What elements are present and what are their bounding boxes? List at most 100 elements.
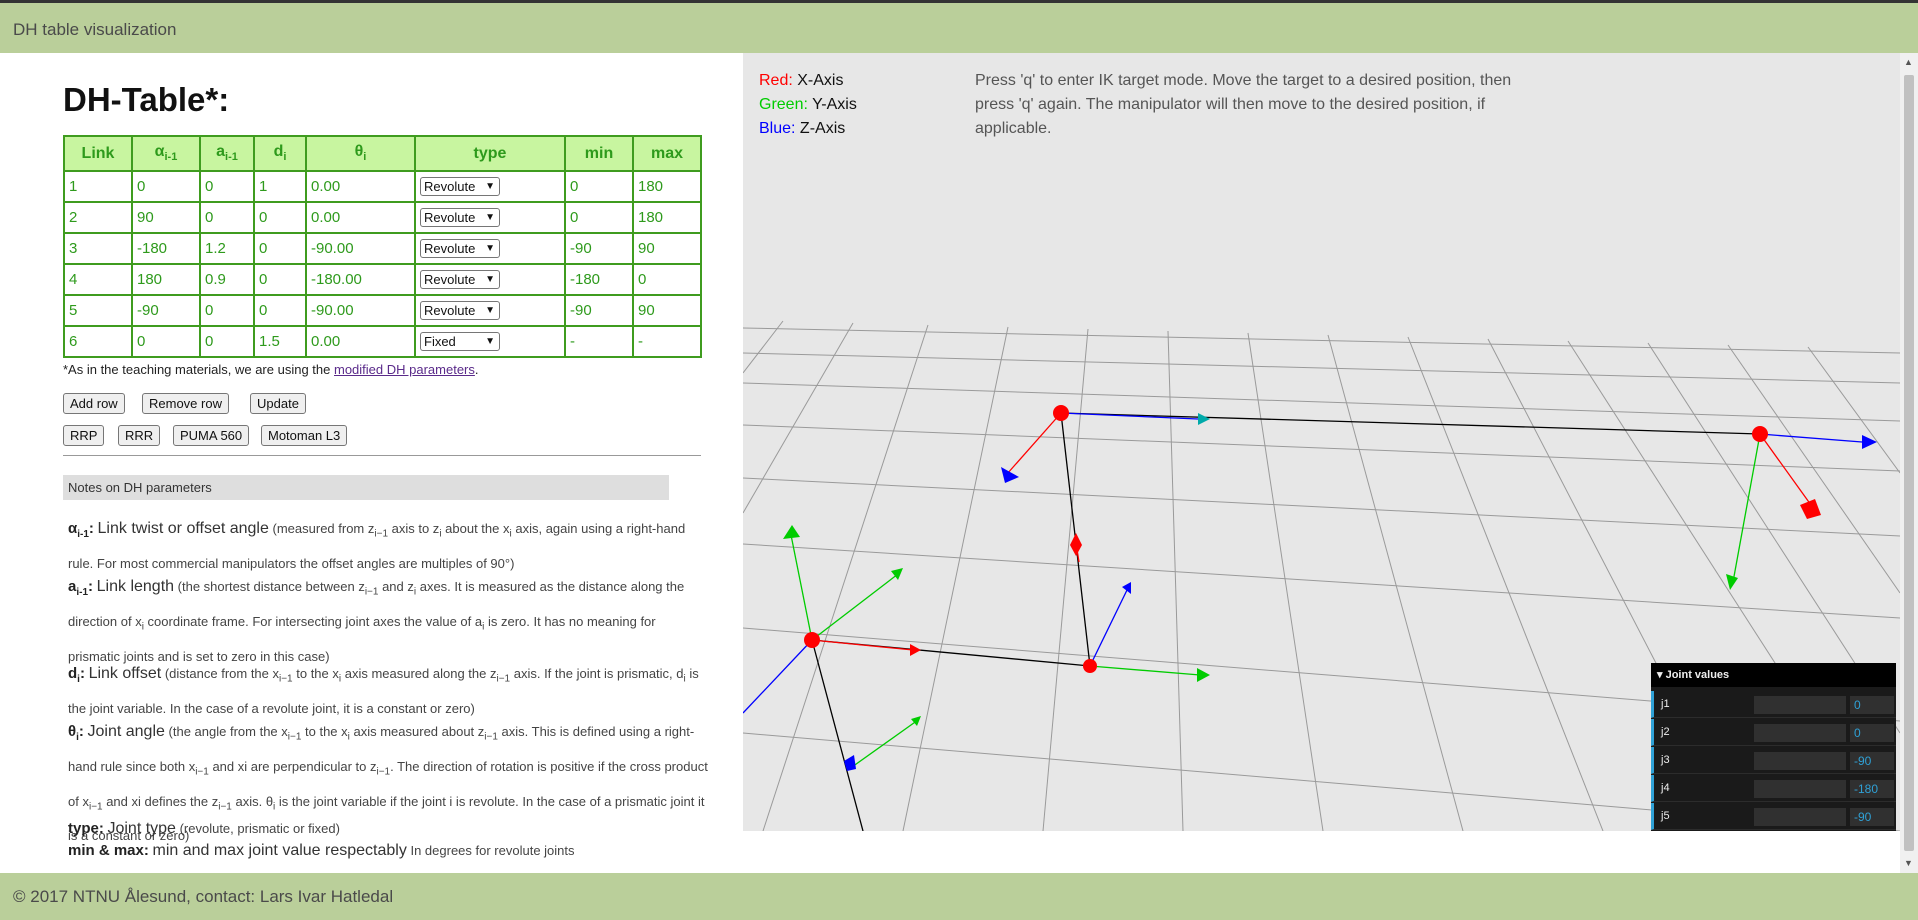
cell-alpha[interactable]: 0 bbox=[131, 325, 201, 358]
cell-theta[interactable]: 0.00 bbox=[305, 325, 416, 358]
cell-max[interactable]: 180 bbox=[632, 170, 702, 203]
type-select[interactable]: Revolute ▼ bbox=[420, 239, 500, 258]
cell-link: 2 bbox=[63, 201, 133, 234]
cell-theta[interactable]: -90.00 bbox=[305, 232, 416, 265]
preset-motoman-l3-button[interactable]: Motoman L3 bbox=[261, 425, 348, 446]
joint-value-input[interactable]: -180 bbox=[1850, 780, 1894, 798]
cell-a[interactable]: 0 bbox=[199, 294, 255, 327]
joint-row: j4 -180 bbox=[1651, 775, 1896, 802]
cell-alpha[interactable]: 90 bbox=[131, 201, 201, 234]
preset-puma560-button[interactable]: PUMA 560 bbox=[173, 425, 250, 446]
cell-d[interactable]: 0 bbox=[253, 201, 307, 234]
cell-min[interactable]: 0 bbox=[564, 170, 634, 203]
notes-heading: Notes on DH parameters bbox=[63, 475, 669, 500]
note-type: type: Joint type (revolute, prismatic or… bbox=[68, 820, 340, 837]
cell-alpha[interactable]: 0 bbox=[131, 170, 201, 203]
joint-row: j5 -90 bbox=[1651, 803, 1896, 830]
axis-legend: Red: X-Axis Green: Y-Axis Blue: Z-Axis bbox=[759, 69, 857, 141]
scrollbar-thumb[interactable] bbox=[1904, 75, 1914, 851]
joint-markers bbox=[804, 405, 1768, 673]
cell-d[interactable]: 0 bbox=[253, 294, 307, 327]
cell-min[interactable]: -90 bbox=[564, 294, 634, 327]
divider bbox=[63, 455, 701, 456]
type-select[interactable]: Revolute ▼ bbox=[420, 270, 500, 289]
col-header-link: Link bbox=[63, 135, 133, 172]
joint-values-panel: ▾ Joint values j1 0 j2 0 j3 -90 j4 -180 … bbox=[1651, 663, 1896, 831]
cell-d[interactable]: 1 bbox=[253, 170, 307, 203]
cell-max[interactable]: 0 bbox=[632, 263, 702, 296]
cell-max[interactable]: - bbox=[632, 325, 702, 358]
cell-type: Revolute ▼ bbox=[414, 294, 566, 327]
col-header-max: max bbox=[632, 135, 702, 172]
joint-value-input[interactable]: -90 bbox=[1850, 808, 1894, 826]
cell-a[interactable]: 0 bbox=[199, 325, 255, 358]
cell-theta[interactable]: -180.00 bbox=[305, 263, 416, 296]
cell-a[interactable]: 0 bbox=[199, 170, 255, 203]
scroll-up-icon[interactable]: ▲ bbox=[1904, 57, 1913, 67]
cell-link: 5 bbox=[63, 294, 133, 327]
update-button[interactable]: Update bbox=[250, 393, 306, 414]
cell-alpha[interactable]: -180 bbox=[131, 232, 201, 265]
modified-dh-link[interactable]: modified DH parameters bbox=[334, 362, 475, 377]
joint-slider[interactable] bbox=[1754, 696, 1846, 714]
cell-link: 3 bbox=[63, 232, 133, 265]
joint-slider[interactable] bbox=[1754, 724, 1846, 742]
remove-row-button[interactable]: Remove row bbox=[142, 393, 229, 414]
cell-min[interactable]: -180 bbox=[564, 263, 634, 296]
cell-type: Revolute ▼ bbox=[414, 201, 566, 234]
add-row-button[interactable]: Add row bbox=[63, 393, 125, 414]
joint-slider[interactable] bbox=[1754, 808, 1846, 826]
col-header-min: min bbox=[564, 135, 634, 172]
dh-table-panel: DH-Table*: Link αi-1 ai-1 di θi type min… bbox=[0, 53, 742, 873]
dh-table: Link αi-1 ai-1 di θi type min max 1 0 0 … bbox=[63, 135, 702, 358]
type-select[interactable]: Revolute ▼ bbox=[420, 208, 500, 227]
cell-a[interactable]: 0 bbox=[199, 201, 255, 234]
cell-link: 1 bbox=[63, 170, 133, 203]
cell-d[interactable]: 0 bbox=[253, 263, 307, 296]
scroll-down-icon[interactable]: ▼ bbox=[1904, 858, 1913, 868]
page-scrollbar[interactable]: ▲ ▼ bbox=[1900, 53, 1918, 873]
chevron-down-icon: ▼ bbox=[485, 181, 495, 192]
cell-d[interactable]: 0 bbox=[253, 232, 307, 265]
cell-a[interactable]: 1.2 bbox=[199, 232, 255, 265]
cell-alpha[interactable]: 180 bbox=[131, 263, 201, 296]
legend-z: Blue: Z-Axis bbox=[759, 120, 846, 137]
chevron-down-icon: ▼ bbox=[485, 212, 495, 223]
preset-rrr-button[interactable]: RRR bbox=[118, 425, 161, 446]
joint-values-header[interactable]: ▾ Joint values bbox=[1651, 663, 1896, 687]
cell-alpha[interactable]: -90 bbox=[131, 294, 201, 327]
note-min-max: min & max: min and max joint value respe… bbox=[68, 842, 575, 859]
preset-rrp-button[interactable]: RRP bbox=[63, 425, 105, 446]
footnote: *As in the teaching materials, we are us… bbox=[63, 362, 479, 377]
note-d: di: Link offset (distance from the xi−1 … bbox=[68, 665, 699, 716]
joint-value-input[interactable]: 0 bbox=[1850, 724, 1894, 742]
cell-max[interactable]: 180 bbox=[632, 201, 702, 234]
chevron-down-icon: ▼ bbox=[485, 243, 495, 254]
joint-slider[interactable] bbox=[1754, 780, 1846, 798]
table-row: 4 180 0.9 0 -180.00 Revolute ▼ -180 0 bbox=[63, 263, 702, 296]
type-select[interactable]: Fixed ▼ bbox=[420, 332, 500, 351]
joint-slider[interactable] bbox=[1754, 752, 1846, 770]
footer-text: © 2017 NTNU Ålesund, contact: Lars Ivar … bbox=[13, 887, 394, 906]
type-select[interactable]: Revolute ▼ bbox=[420, 177, 500, 196]
table-row: 2 90 0 0 0.00 Revolute ▼ 0 180 bbox=[63, 201, 702, 234]
cell-d[interactable]: 1.5 bbox=[253, 325, 307, 358]
cell-a[interactable]: 0.9 bbox=[199, 263, 255, 296]
cell-theta[interactable]: 0.00 bbox=[305, 170, 416, 203]
cell-min[interactable]: - bbox=[564, 325, 634, 358]
robot-links bbox=[811, 412, 1761, 831]
col-header-alpha: αi-1 bbox=[131, 135, 201, 172]
dh-table-header-row: Link αi-1 ai-1 di θi type min max bbox=[63, 135, 702, 172]
cell-theta[interactable]: -90.00 bbox=[305, 294, 416, 327]
cell-min[interactable]: -90 bbox=[564, 232, 634, 265]
type-select[interactable]: Revolute ▼ bbox=[420, 301, 500, 320]
cell-max[interactable]: 90 bbox=[632, 232, 702, 265]
cell-link: 6 bbox=[63, 325, 133, 358]
caret-down-icon: ▾ bbox=[1657, 669, 1666, 681]
joint-value-input[interactable]: -90 bbox=[1850, 752, 1894, 770]
cell-max[interactable]: 90 bbox=[632, 294, 702, 327]
cell-min[interactable]: 0 bbox=[564, 201, 634, 234]
cell-theta[interactable]: 0.00 bbox=[305, 201, 416, 234]
app-title: DH table visualization bbox=[13, 20, 177, 39]
joint-value-input[interactable]: 0 bbox=[1850, 696, 1894, 714]
